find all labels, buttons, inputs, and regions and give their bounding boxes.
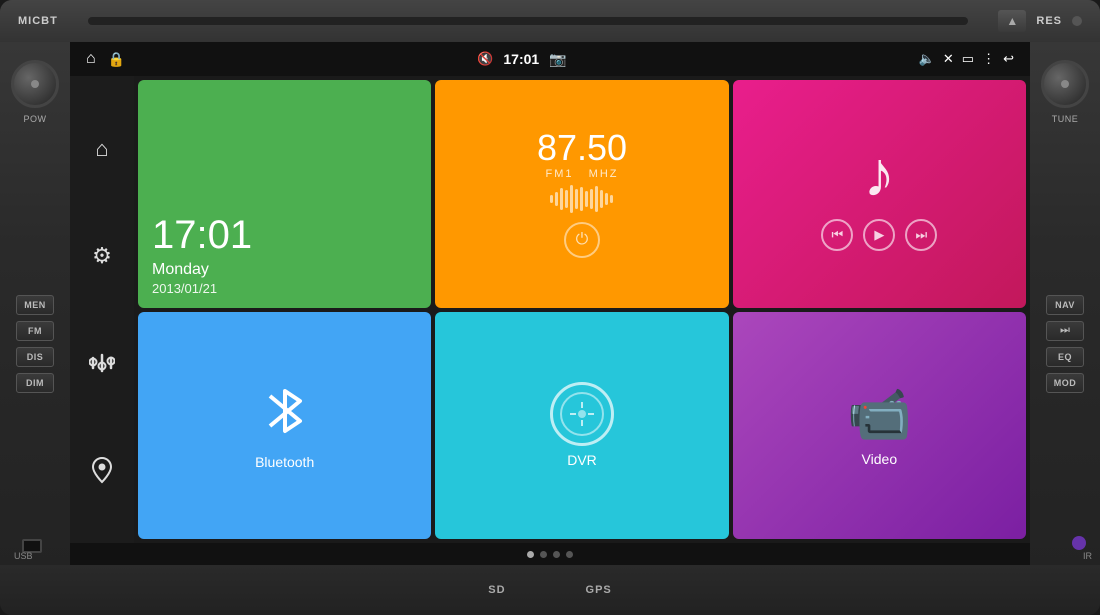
left-buttons: MEN FM DIS DIM bbox=[16, 295, 54, 393]
video-camera-icon: 📹 bbox=[847, 384, 912, 445]
right-panel: TUNE NAV ⏭ EQ MOD IR bbox=[1030, 42, 1100, 565]
music-controls: ⏮ ▶ ⏭ bbox=[821, 219, 937, 251]
equalizer-sidebar-icon[interactable] bbox=[81, 342, 123, 384]
radio-band: FM1 MHZ bbox=[545, 168, 618, 180]
page-dot-4[interactable] bbox=[566, 551, 573, 558]
res-indicator bbox=[1072, 16, 1082, 26]
music-note-icon: ♪ bbox=[863, 137, 895, 211]
next-button[interactable]: ⏭ bbox=[905, 219, 937, 251]
location-sidebar-icon[interactable] bbox=[81, 449, 123, 491]
top-bar: MIC BT ▲ RES bbox=[0, 0, 1100, 42]
dis-button[interactable]: DIS bbox=[16, 347, 54, 367]
play-button[interactable]: ▶ bbox=[863, 219, 895, 251]
gps-button[interactable]: GPS bbox=[586, 584, 612, 596]
video-tile[interactable]: 📹 Video bbox=[733, 312, 1026, 540]
status-center: 🔇 17:01 📷 bbox=[477, 51, 566, 68]
prev-button[interactable]: ⏮ bbox=[821, 219, 853, 251]
nav-button[interactable]: NAV bbox=[1046, 295, 1084, 315]
volume-knob[interactable] bbox=[11, 60, 59, 108]
unit-body: POW MEN FM DIS DIM USB ⌂ 🔒 🔇 17:01 bbox=[0, 42, 1100, 565]
screen-content: ⌂ ⚙ bbox=[70, 76, 1030, 543]
settings-sidebar-icon[interactable]: ⚙ bbox=[81, 235, 123, 277]
app-grid: 17:01 Monday 2013/01/21 87.50 FM1 MHZ bbox=[134, 76, 1030, 543]
video-label: Video bbox=[862, 451, 898, 467]
home-sidebar-icon[interactable]: ⌂ bbox=[81, 128, 123, 170]
screen-sidebar: ⌂ ⚙ bbox=[70, 76, 134, 543]
right-buttons: NAV ⏭ EQ MOD bbox=[1046, 295, 1084, 393]
skip-forward-button[interactable]: ⏭ bbox=[1046, 321, 1084, 341]
res-label: RES bbox=[1036, 15, 1062, 27]
pow-label: POW bbox=[0, 114, 70, 124]
tune-knob[interactable] bbox=[1041, 60, 1089, 108]
tune-label: TUNE bbox=[1030, 114, 1100, 124]
mute-icon: 🔇 bbox=[477, 51, 493, 67]
top-right: ▲ RES bbox=[998, 10, 1082, 32]
bt-label: BT bbox=[41, 15, 58, 27]
page-dot-1[interactable] bbox=[527, 551, 534, 558]
eq-button[interactable]: EQ bbox=[1046, 347, 1084, 367]
screen: ⌂ 🔒 🔇 17:01 📷 🔈 ✕ ▭ ⋮ ↩ bbox=[70, 42, 1030, 565]
volume-icon: 🔈 bbox=[919, 51, 935, 67]
back-icon[interactable]: ↩ bbox=[1003, 51, 1014, 67]
status-time: 17:01 bbox=[503, 51, 539, 67]
radio-tile[interactable]: 87.50 FM1 MHZ bbox=[435, 80, 728, 308]
page-indicator bbox=[70, 543, 1030, 565]
ir-label: IR bbox=[1083, 551, 1092, 561]
camera-icon: 📷 bbox=[549, 51, 566, 68]
bluetooth-label: Bluetooth bbox=[255, 454, 314, 470]
bluetooth-icon bbox=[260, 381, 310, 450]
page-dot-3[interactable] bbox=[553, 551, 560, 558]
close-icon[interactable]: ✕ bbox=[943, 51, 954, 67]
mod-button[interactable]: MOD bbox=[1046, 373, 1084, 393]
dvr-label: DVR bbox=[567, 452, 597, 468]
eject-button[interactable]: ▲ bbox=[998, 10, 1026, 32]
bottom-bar: SD GPS bbox=[0, 565, 1100, 615]
menu-dots-icon[interactable]: ⋮ bbox=[982, 51, 995, 67]
dvr-tile[interactable]: DVR bbox=[435, 312, 728, 540]
clock-time: 17:01 bbox=[152, 215, 417, 255]
men-button[interactable]: MEN bbox=[16, 295, 54, 315]
ir-receiver bbox=[1072, 536, 1086, 550]
fm-button[interactable]: FM bbox=[16, 321, 54, 341]
status-left: ⌂ 🔒 bbox=[86, 50, 125, 68]
radio-waveform bbox=[473, 184, 692, 214]
status-right: 🔈 ✕ ▭ ⋮ ↩ bbox=[919, 51, 1014, 67]
music-tile[interactable]: ♪ ⏮ ▶ ⏭ bbox=[733, 80, 1026, 308]
car-unit: MIC BT ▲ RES POW MEN FM DIS DIM USB bbox=[0, 0, 1100, 615]
window-icon: ▭ bbox=[962, 51, 974, 67]
lock-icon: 🔒 bbox=[108, 51, 125, 68]
cd-slot bbox=[88, 17, 969, 25]
left-panel: POW MEN FM DIS DIM USB bbox=[0, 42, 70, 565]
radio-power-button[interactable]: ⏻ bbox=[564, 222, 600, 258]
clock-day: Monday bbox=[152, 261, 417, 279]
home-icon[interactable]: ⌂ bbox=[86, 50, 96, 68]
dim-button[interactable]: DIM bbox=[16, 373, 54, 393]
usb-label: USB bbox=[14, 551, 33, 561]
bluetooth-tile[interactable]: Bluetooth bbox=[138, 312, 431, 540]
status-bar: ⌂ 🔒 🔇 17:01 📷 🔈 ✕ ▭ ⋮ ↩ bbox=[70, 42, 1030, 76]
sd-button[interactable]: SD bbox=[488, 584, 505, 596]
page-dot-2[interactable] bbox=[540, 551, 547, 558]
mic-label: MIC bbox=[18, 15, 41, 27]
clock-tile[interactable]: 17:01 Monday 2013/01/21 bbox=[138, 80, 431, 308]
radio-frequency: 87.50 bbox=[537, 130, 627, 166]
clock-date: 2013/01/21 bbox=[152, 281, 417, 296]
dvr-icon bbox=[550, 382, 614, 446]
